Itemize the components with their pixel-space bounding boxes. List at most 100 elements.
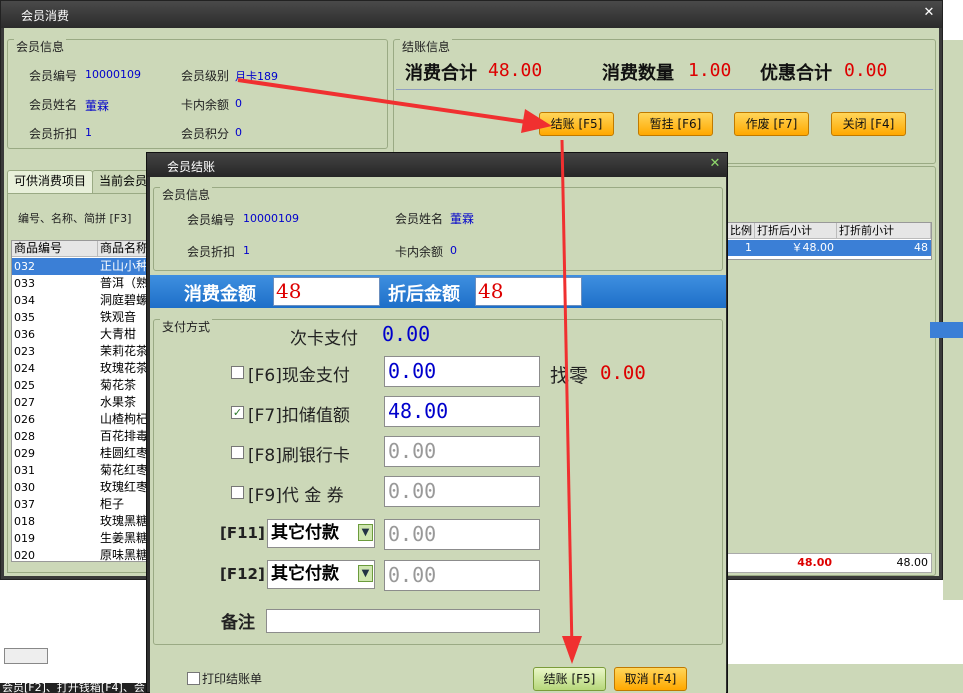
table-row[interactable]: 029 桂圆红枣 bbox=[12, 445, 150, 462]
discounted-amount-field[interactable]: 48 bbox=[475, 277, 582, 306]
other-payment-1-select[interactable]: 其它付款 ▼ bbox=[267, 519, 375, 548]
other-payment-1-input[interactable]: 0.00 bbox=[384, 519, 540, 550]
amount-field[interactable]: 48 bbox=[273, 277, 380, 306]
tab-available-items[interactable]: 可供消费项目 bbox=[7, 170, 94, 193]
stored-value-input[interactable]: 48.00 bbox=[384, 396, 540, 427]
dialog-titlebar[interactable]: 会员结账 ✕ bbox=[147, 153, 727, 177]
table-row[interactable]: 031 菊花红枣 bbox=[12, 462, 150, 479]
column-header-ratio[interactable]: 比例 bbox=[728, 223, 755, 239]
member-name-label: 会员姓名 bbox=[395, 212, 444, 226]
column-header-name[interactable]: 商品名称 bbox=[98, 241, 150, 257]
void-button[interactable]: 作废 [F7] bbox=[734, 112, 809, 136]
table-row[interactable]: 036 大青柑 bbox=[12, 326, 150, 343]
voucher-input[interactable]: 0.00 bbox=[384, 476, 540, 507]
product-code: 026 bbox=[14, 413, 35, 426]
bank-card-input[interactable]: 0.00 bbox=[384, 436, 540, 467]
chevron-down-icon[interactable]: ▼ bbox=[358, 565, 373, 582]
member-discount-label: 会员折扣 bbox=[29, 127, 78, 141]
cash-checkbox[interactable] bbox=[231, 366, 244, 379]
dialog-cancel-button[interactable]: 取消 [F4] bbox=[614, 667, 687, 691]
voucher-label: [F9]代 金 券 bbox=[248, 486, 344, 506]
product-name: 生姜黑糖 bbox=[100, 531, 149, 545]
table-row[interactable]: 037 柜子 bbox=[12, 496, 150, 513]
product-code: 033 bbox=[14, 277, 35, 290]
row-before-discount: 48 bbox=[914, 241, 928, 254]
hold-button[interactable]: 暂挂 [F6] bbox=[638, 112, 713, 136]
product-code: 019 bbox=[14, 532, 35, 545]
bank-card-checkbox[interactable] bbox=[231, 446, 244, 459]
remark-input[interactable] bbox=[266, 609, 540, 633]
other-payment-2-input[interactable]: 0.00 bbox=[384, 560, 540, 591]
group-title: 结账信息 bbox=[400, 38, 453, 55]
table-row[interactable]: 028 百花排毒 bbox=[12, 428, 150, 445]
table-row[interactable]: 032 正山小种 bbox=[12, 258, 150, 275]
chevron-down-icon[interactable]: ▼ bbox=[358, 524, 373, 541]
consumption-items-table[interactable]: 比例 打折后小计 打折前小计 1 ￥48.00 48 bbox=[727, 222, 932, 260]
table-row[interactable]: 026 山楂枸杞 bbox=[12, 411, 150, 428]
close-icon[interactable]: ✕ bbox=[708, 157, 722, 171]
cash-input[interactable]: 0.00 bbox=[384, 356, 540, 387]
stored-value-checkbox[interactable]: ✓ bbox=[231, 406, 244, 419]
table-row[interactable]: 027 水果茶 bbox=[12, 394, 150, 411]
change-label: 找零 bbox=[550, 365, 589, 387]
product-code: 030 bbox=[14, 481, 35, 494]
product-code: 024 bbox=[14, 362, 35, 375]
print-receipt-checkbox[interactable] bbox=[187, 672, 200, 685]
card-balance-label: 卡内余额 bbox=[395, 245, 444, 259]
table-row[interactable]: 1 ￥48.00 48 bbox=[728, 240, 931, 256]
group-title: 会员信息 bbox=[14, 38, 67, 55]
search-label: 编号、名称、简拼 [F3] bbox=[18, 212, 132, 225]
product-code: 028 bbox=[14, 430, 35, 443]
column-header-before-discount[interactable]: 打折前小计 bbox=[837, 223, 931, 239]
table-row[interactable]: 033 普洱（熟 bbox=[12, 275, 150, 292]
member-points-value: 0 bbox=[235, 126, 242, 139]
other-payment-2-selected: 其它付款 bbox=[271, 564, 339, 584]
product-code: 037 bbox=[14, 498, 35, 511]
footer-after-discount-total: 48.00 bbox=[797, 556, 832, 569]
column-header-code[interactable]: 商品编号 bbox=[12, 241, 98, 257]
product-name: 铁观音 bbox=[100, 310, 137, 324]
member-level-value: 月卡189 bbox=[235, 70, 278, 83]
card-balance-value: 0 bbox=[235, 97, 242, 110]
dialog-body: 会员信息 会员编号 10000109 会员姓名 董霖 会员折扣 1 卡内余额 0… bbox=[150, 177, 726, 693]
main-titlebar[interactable]: 会员消费 ✕ bbox=[1, 1, 942, 28]
table-row[interactable]: 030 玫瑰红枣 bbox=[12, 479, 150, 496]
background-scrollbar[interactable] bbox=[4, 648, 48, 664]
row-after-discount: ￥48.00 bbox=[791, 241, 835, 254]
voucher-checkbox[interactable] bbox=[231, 486, 244, 499]
quantity-label: 消费数量 bbox=[602, 63, 674, 84]
table-row[interactable]: 018 玫瑰黑糖 bbox=[12, 513, 150, 530]
stored-value-label: [F7]扣储值额 bbox=[248, 406, 350, 426]
product-name: 玫瑰红枣 bbox=[100, 480, 149, 494]
product-code: 027 bbox=[14, 396, 35, 409]
bank-card-label: [F8]刷银行卡 bbox=[248, 446, 350, 466]
table-row[interactable]: 019 生姜黑糖 bbox=[12, 530, 150, 547]
table-row[interactable]: 035 铁观音 bbox=[12, 309, 150, 326]
table-row[interactable]: 024 玫瑰花茶 bbox=[12, 360, 150, 377]
table-row[interactable]: 034 洞庭碧螺 bbox=[12, 292, 150, 309]
table-row[interactable]: 023 茉莉花茶 bbox=[12, 343, 150, 360]
column-header-after-discount[interactable]: 打折后小计 bbox=[755, 223, 837, 239]
product-code: 031 bbox=[14, 464, 35, 477]
product-list-table[interactable]: 商品编号 商品名称 032 正山小种 033 普洱（熟 034 洞庭碧螺 035 铁观音 036… bbox=[11, 240, 151, 562]
discount-total-label: 优惠合计 bbox=[760, 63, 832, 84]
other-payment-1-selected: 其它付款 bbox=[271, 523, 339, 543]
tab-current-member[interactable]: 当前会员 bbox=[92, 170, 155, 193]
change-value: 0.00 bbox=[600, 362, 646, 384]
group-title: 会员信息 bbox=[160, 186, 213, 203]
other-payment-2-select[interactable]: 其它付款 ▼ bbox=[267, 560, 375, 589]
product-name: 洞庭碧螺 bbox=[100, 293, 149, 307]
remark-label: 备注 bbox=[221, 613, 255, 633]
table-row[interactable]: 020 原味黑糖 bbox=[12, 547, 150, 561]
product-code: 025 bbox=[14, 379, 35, 392]
table-row[interactable]: 025 菊花茶 bbox=[12, 377, 150, 394]
close-icon[interactable]: ✕ bbox=[921, 5, 937, 21]
close-button[interactable]: 关闭 [F4] bbox=[831, 112, 906, 136]
checkout-button[interactable]: 结账 [F5] bbox=[539, 112, 614, 136]
dialog-title: 会员结账 bbox=[167, 160, 216, 174]
dialog-checkout-button[interactable]: 结账 [F5] bbox=[533, 667, 606, 691]
discounted-amount-label: 折后金额 bbox=[388, 284, 460, 305]
product-name: 玫瑰黑糖 bbox=[100, 514, 149, 528]
product-name: 水果茶 bbox=[100, 395, 137, 409]
product-code: 034 bbox=[14, 294, 35, 307]
